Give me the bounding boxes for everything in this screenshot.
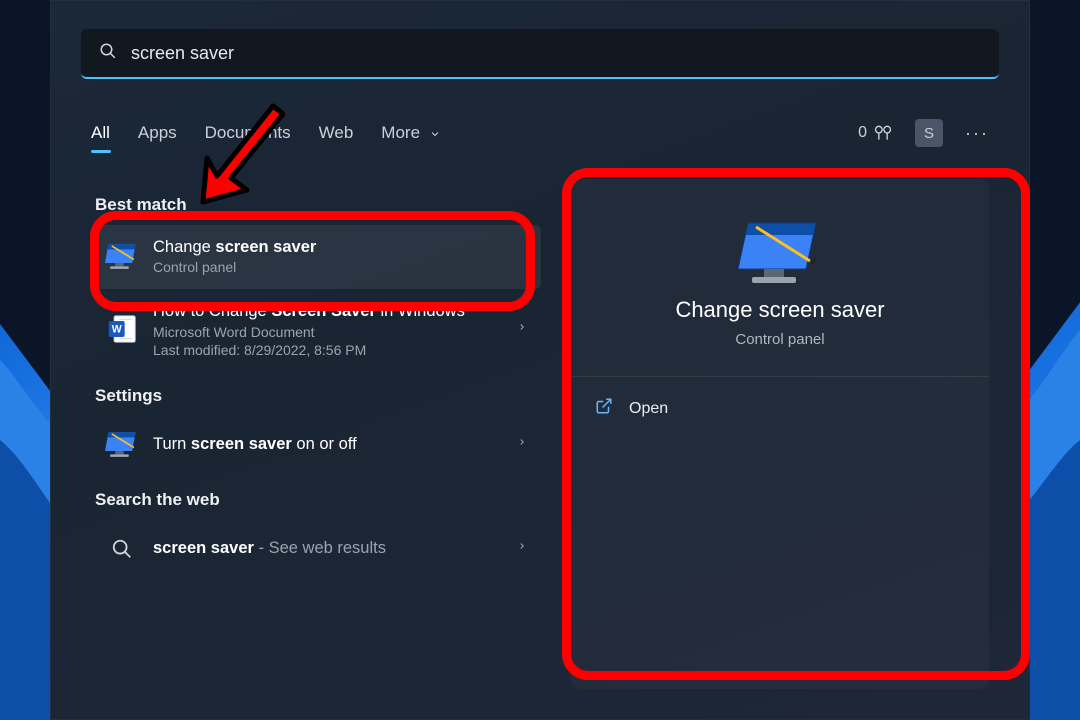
more-options-button[interactable]: ··· [965, 123, 989, 144]
result-subtitle2: Last modified: 8/29/2022, 8:56 PM [153, 342, 503, 358]
section-best-match: Best match [95, 195, 541, 215]
monitor-icon [736, 217, 824, 289]
result-title: Change screen saver [153, 237, 527, 258]
tab-documents[interactable]: Documents [205, 123, 291, 143]
result-web-search[interactable]: screen saver - See web results [91, 520, 541, 578]
result-title: How to Change Screen Saver in Windows [153, 301, 503, 322]
result-title: screen saver - See web results [153, 538, 503, 559]
results-column: Best match Change screen saver Control p… [91, 179, 541, 578]
result-change-screen-saver[interactable]: Change screen saver Control panel [91, 225, 541, 289]
tab-web[interactable]: Web [319, 123, 354, 143]
rewards-counter[interactable]: 0 [858, 123, 893, 143]
svg-text:W: W [112, 324, 122, 336]
preview-title: Change screen saver [675, 297, 884, 323]
rewards-icon [873, 123, 893, 143]
rewards-count: 0 [858, 124, 867, 142]
open-action[interactable]: Open [571, 377, 989, 440]
user-avatar[interactable]: S [915, 119, 943, 147]
tab-more-label: More [381, 123, 420, 142]
monitor-icon [105, 240, 139, 274]
open-label: Open [629, 400, 668, 418]
search-icon [105, 532, 139, 566]
chevron-right-icon [517, 320, 527, 339]
chevron-right-icon [517, 435, 527, 454]
result-word-document[interactable]: W How to Change Screen Saver in Windows … [91, 289, 541, 369]
section-settings: Settings [95, 386, 541, 406]
chevron-right-icon [517, 539, 527, 558]
search-bar[interactable] [81, 29, 999, 79]
result-turn-screen-saver[interactable]: Turn screen saver on or off [91, 416, 541, 474]
search-icon [99, 42, 117, 65]
word-document-icon: W [105, 312, 139, 346]
section-search-web: Search the web [95, 490, 541, 510]
result-title: Turn screen saver on or off [153, 434, 503, 455]
result-subtitle: Control panel [153, 258, 527, 277]
open-external-icon [595, 397, 613, 420]
preview-pane: Change screen saver Control panel Open [571, 179, 989, 689]
monitor-icon [105, 428, 139, 462]
search-tabs: All Apps Documents Web More 0 S ··· [91, 113, 989, 153]
tab-all[interactable]: All [91, 123, 110, 143]
result-subtitle: Microsoft Word Document [153, 323, 503, 342]
search-input[interactable] [131, 43, 981, 64]
tab-more[interactable]: More [381, 123, 440, 143]
search-panel: All Apps Documents Web More 0 S ··· Best… [50, 0, 1030, 720]
tab-apps[interactable]: Apps [138, 123, 177, 143]
preview-subtitle: Control panel [735, 331, 824, 348]
